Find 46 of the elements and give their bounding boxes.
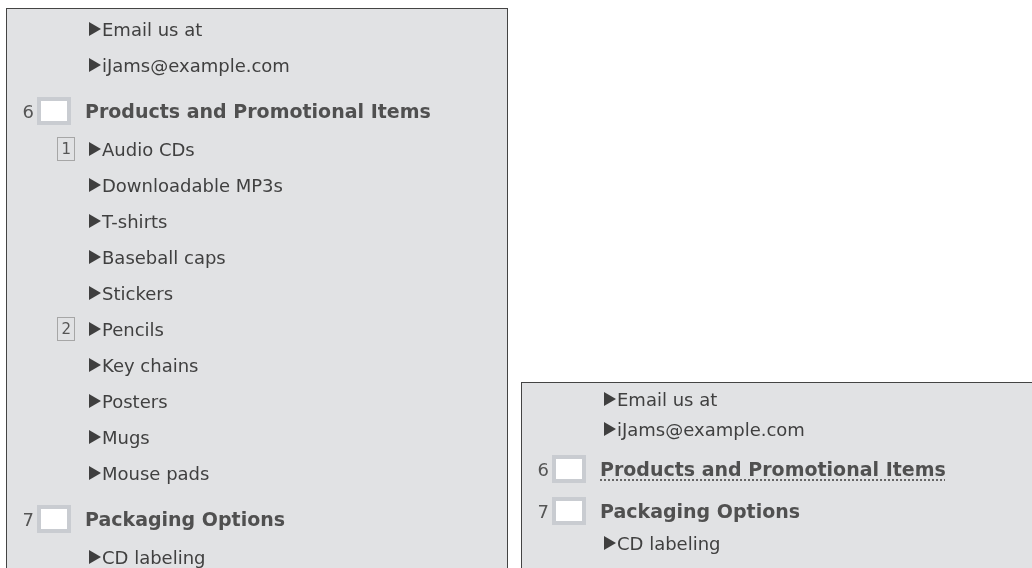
triangle-bullet-icon xyxy=(89,286,101,300)
slide-number: 7 xyxy=(536,499,550,524)
triangle-bullet-icon xyxy=(89,322,101,336)
slide-number: 6 xyxy=(21,99,35,124)
bullet-text[interactable]: Downloadable MP3s xyxy=(102,171,283,199)
triangle-bullet-icon xyxy=(89,214,101,228)
bullet-text[interactable]: Email us at xyxy=(617,385,718,413)
triangle-bullet-icon xyxy=(89,430,101,444)
slide-number: 7 xyxy=(21,507,35,532)
bullet-text[interactable]: CD labeling xyxy=(617,529,721,557)
bullet-text[interactable]: CD labeling xyxy=(102,543,206,568)
bullet-text[interactable]: Key chains xyxy=(102,351,199,379)
triangle-bullet-icon xyxy=(89,550,101,564)
slide-thumbnail-icon[interactable] xyxy=(37,505,71,533)
bullet-text[interactable]: iJams@example.com xyxy=(617,415,805,443)
slide-thumbnail-icon[interactable] xyxy=(37,97,71,125)
slide-thumbnail-icon[interactable] xyxy=(552,497,586,525)
bullet-text[interactable]: Posters xyxy=(102,387,168,415)
bullet-text[interactable]: Mugs xyxy=(102,423,150,451)
placeholder-number: 1 xyxy=(57,137,75,161)
slide-title[interactable]: Products and Promotional Items xyxy=(600,454,946,484)
slide-number: 6 xyxy=(536,457,550,482)
triangle-bullet-icon xyxy=(89,178,101,192)
bullet-text[interactable]: Audio CDs xyxy=(102,135,195,163)
slide-thumbnail-icon[interactable] xyxy=(552,455,586,483)
slide-title[interactable]: Packaging Options xyxy=(85,504,286,534)
bullet-text[interactable]: Mouse pads xyxy=(102,459,210,487)
bullet-text[interactable]: iJams@example.com xyxy=(102,51,290,79)
triangle-bullet-icon xyxy=(604,422,616,436)
bullet-text[interactable]: Email us at xyxy=(102,15,203,43)
bullet-text[interactable]: T-shirts xyxy=(102,207,168,235)
placeholder-number: 2 xyxy=(57,317,75,341)
triangle-bullet-icon xyxy=(89,466,101,480)
bullet-text[interactable]: Baseball caps xyxy=(102,243,226,271)
triangle-bullet-icon xyxy=(89,358,101,372)
triangle-bullet-icon xyxy=(604,536,616,550)
bullet-text[interactable]: Stickers xyxy=(102,279,173,307)
triangle-bullet-icon xyxy=(89,22,101,36)
triangle-bullet-icon xyxy=(604,392,616,406)
triangle-bullet-icon xyxy=(89,250,101,264)
slide-title[interactable]: Products and Promotional Items xyxy=(85,96,431,126)
triangle-bullet-icon xyxy=(89,394,101,408)
slide-title[interactable]: Packaging Options xyxy=(600,496,801,526)
bullet-text[interactable]: Pencils xyxy=(102,315,164,343)
triangle-bullet-icon xyxy=(89,142,101,156)
triangle-bullet-icon xyxy=(89,58,101,72)
